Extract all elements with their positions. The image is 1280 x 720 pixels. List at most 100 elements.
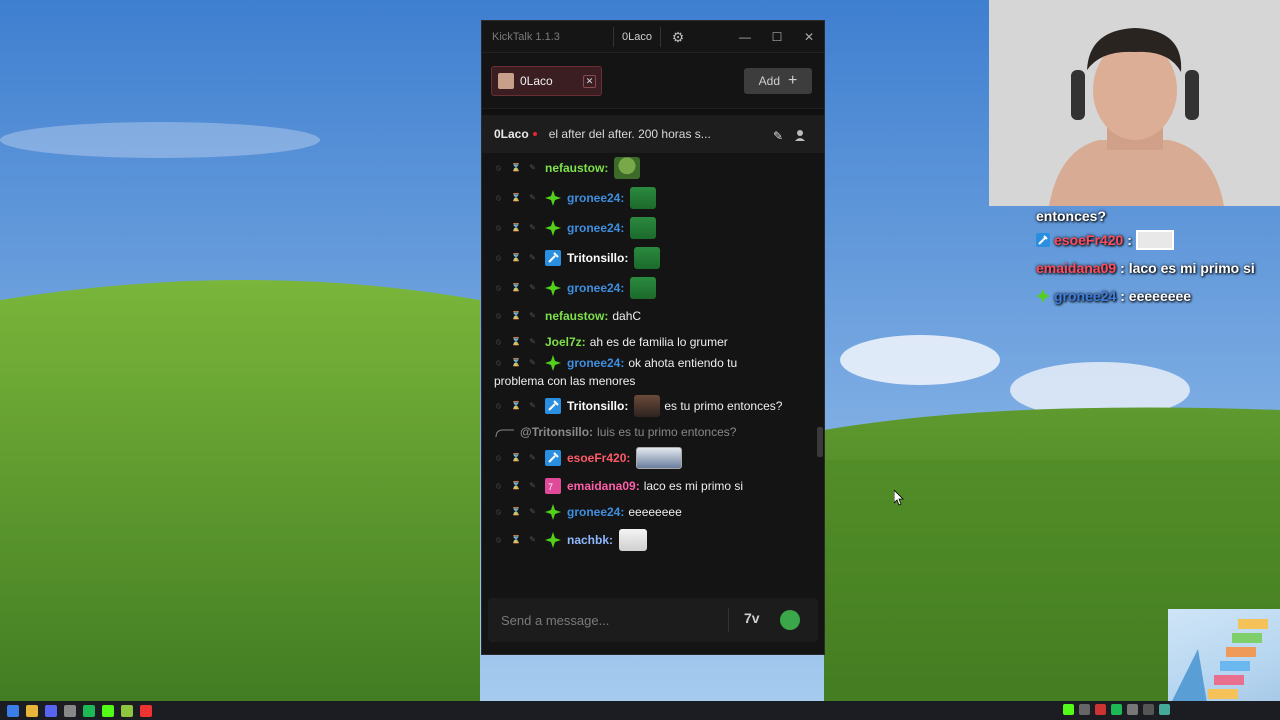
chat-emote[interactable] — [630, 217, 657, 239]
chat-username[interactable]: gronee24: — [567, 356, 624, 370]
chat-message[interactable]: ⦸ ⌛ ✎ Tritonsillo: es tu primo entonces? — [494, 391, 814, 421]
timeout-icon[interactable]: ⌛ — [511, 163, 521, 173]
chat-message[interactable]: ⦸ ⌛ ✎ esoeFr420: — [494, 443, 814, 473]
pin-message-icon[interactable]: ✎ — [528, 358, 537, 368]
channel-name[interactable]: 0Laco — [494, 127, 529, 141]
tab-close-icon[interactable]: ✕ — [583, 75, 596, 88]
timeout-icon[interactable]: ⌛ — [511, 401, 521, 411]
timeout-icon[interactable]: ⌛ — [511, 283, 521, 293]
chat-username[interactable]: nefaustow: — [545, 161, 608, 175]
chat-username[interactable]: gronee24: — [567, 281, 624, 295]
clock[interactable] — [1182, 703, 1272, 717]
timeout-icon[interactable]: ⌛ — [511, 358, 521, 368]
tray-app2-icon[interactable] — [1159, 704, 1170, 715]
pin-message-icon[interactable]: ✎ — [528, 163, 537, 173]
pin-message-icon[interactable]: ✎ — [528, 283, 537, 293]
brave-icon[interactable] — [140, 704, 152, 717]
ban-icon[interactable]: ⦸ — [494, 507, 503, 517]
tab-0laco[interactable]: 0Laco ✕ — [491, 66, 602, 96]
kick-icon[interactable] — [102, 704, 114, 717]
chat-username[interactable]: gronee24: — [567, 221, 624, 235]
timeout-icon[interactable]: ⌛ — [511, 535, 521, 545]
timeout-icon[interactable]: ⌛ — [511, 507, 521, 517]
chat-emote[interactable] — [614, 157, 641, 179]
minecraft-icon[interactable] — [121, 704, 133, 717]
tray-mic-icon[interactable] — [1127, 704, 1138, 715]
pin-message-icon[interactable]: ✎ — [528, 401, 537, 411]
close-button[interactable]: ✕ — [801, 29, 817, 45]
ban-icon[interactable]: ⦸ — [494, 311, 503, 321]
ban-icon[interactable]: ⦸ — [494, 223, 503, 233]
chat-username[interactable]: Joel7z: — [545, 335, 586, 349]
pin-message-icon[interactable]: ✎ — [528, 311, 537, 321]
pin-message-icon[interactable]: ✎ — [528, 453, 537, 463]
start-icon[interactable] — [7, 704, 19, 717]
chat-username[interactable]: esoeFr420: — [567, 451, 630, 465]
chat-message[interactable]: ⦸ ⌛ ✎ nefaustow: — [494, 153, 814, 183]
chat-username[interactable]: gronee24: — [567, 191, 624, 205]
reply-context[interactable]: @Tritonsillo: luis es tu primo entonces? — [494, 421, 814, 443]
chat-message[interactable]: ⦸ ⌛ ✎ nefaustow: dahC — [494, 303, 814, 329]
add-channel-button[interactable]: Add + — [744, 68, 812, 94]
pin-icon[interactable]: ✎ — [771, 129, 785, 143]
reply-username[interactable]: @Tritonsillo: — [520, 425, 593, 439]
folder-icon[interactable] — [26, 704, 38, 717]
pin-message-icon[interactable]: ✎ — [528, 507, 537, 517]
ban-icon[interactable]: ⦸ — [494, 253, 503, 263]
tray-spotify-icon[interactable] — [1111, 704, 1122, 715]
chat-message[interactable]: ⦸ ⌛ ✎ gronee24: eeeeeeee — [494, 499, 814, 525]
tray-app-icon[interactable] — [1079, 704, 1090, 715]
user-list-icon[interactable] — [793, 129, 807, 143]
chat-emote[interactable] — [636, 447, 683, 469]
ban-icon[interactable]: ⦸ — [494, 283, 503, 293]
ban-icon[interactable]: ⦸ — [494, 401, 503, 411]
chat-scrollbar[interactable] — [817, 427, 823, 457]
timeout-icon[interactable]: ⌛ — [511, 453, 521, 463]
pin-message-icon[interactable]: ✎ — [528, 535, 537, 545]
chat-emote[interactable] — [630, 187, 657, 209]
chat-username[interactable]: gronee24: — [567, 505, 624, 519]
pin-message-icon[interactable]: ✎ — [528, 337, 537, 347]
timeout-icon[interactable]: ⌛ — [511, 223, 521, 233]
timeout-icon[interactable]: ⌛ — [511, 311, 521, 321]
ban-icon[interactable]: ⦸ — [494, 481, 503, 491]
minimize-button[interactable]: — — [737, 29, 753, 45]
chat-username[interactable]: Tritonsillo: — [567, 251, 628, 265]
timeout-icon[interactable]: ⌛ — [511, 337, 521, 347]
chat-message[interactable]: ⦸ ⌛ ✎ 7 emaidana09: laco es mi primo si — [494, 473, 814, 499]
chat-messages[interactable]: ⦸ ⌛ ✎ nefaustow: ⦸ ⌛ ✎ gronee24: ⦸ ⌛ ✎ gronee24: ⦸ ⌛ ✎… — [482, 153, 824, 597]
timeout-icon[interactable]: ⌛ — [511, 193, 521, 203]
chat-username[interactable]: nefaustow: — [545, 309, 608, 323]
discord-icon[interactable] — [45, 704, 57, 717]
user-chip[interactable]: 0Laco — [613, 27, 661, 47]
ban-icon[interactable]: ⦸ — [494, 358, 503, 368]
timeout-icon[interactable]: ⌛ — [511, 481, 521, 491]
ban-icon[interactable]: ⦸ — [494, 193, 503, 203]
chat-username[interactable]: nachbk: — [567, 533, 613, 547]
ban-icon[interactable]: ⦸ — [494, 453, 503, 463]
chat-emote[interactable] — [619, 529, 648, 551]
obs-icon[interactable] — [64, 704, 76, 717]
chat-message[interactable]: ⦸ ⌛ ✎ gronee24: — [494, 183, 814, 213]
tray-record-icon[interactable] — [1095, 704, 1106, 715]
chat-message[interactable]: ⦸ ⌛ ✎ Joel7z: ah es de familia lo grumer — [494, 329, 814, 355]
pin-message-icon[interactable]: ✎ — [528, 223, 537, 233]
settings-gear-icon[interactable]: ⚙ — [670, 29, 686, 45]
ban-icon[interactable]: ⦸ — [494, 163, 503, 173]
pin-message-icon[interactable]: ✎ — [528, 193, 537, 203]
chat-message[interactable]: ⦸ ⌛ ✎ gronee24: — [494, 213, 814, 243]
chat-message[interactable]: ⦸ ⌛ ✎ Tritonsillo: — [494, 243, 814, 273]
seventv-emote-button[interactable]: 7v — [744, 610, 766, 630]
tray-kick-icon[interactable] — [1063, 704, 1074, 715]
chat-message[interactable]: ⦸ ⌛ ✎ nachbk: — [494, 525, 814, 555]
ban-icon[interactable]: ⦸ — [494, 535, 503, 545]
timeout-icon[interactable]: ⌛ — [511, 253, 521, 263]
chat-emote[interactable] — [634, 247, 661, 269]
spotify-icon[interactable] — [83, 704, 95, 717]
chat-message[interactable]: ⦸ ⌛ ✎ gronee24: — [494, 273, 814, 303]
ban-icon[interactable]: ⦸ — [494, 337, 503, 347]
pin-message-icon[interactable]: ✎ — [528, 253, 537, 263]
message-input[interactable] — [488, 598, 728, 642]
emote-picker-icon[interactable] — [780, 610, 800, 630]
chat-username[interactable]: emaidana09: — [567, 479, 640, 493]
